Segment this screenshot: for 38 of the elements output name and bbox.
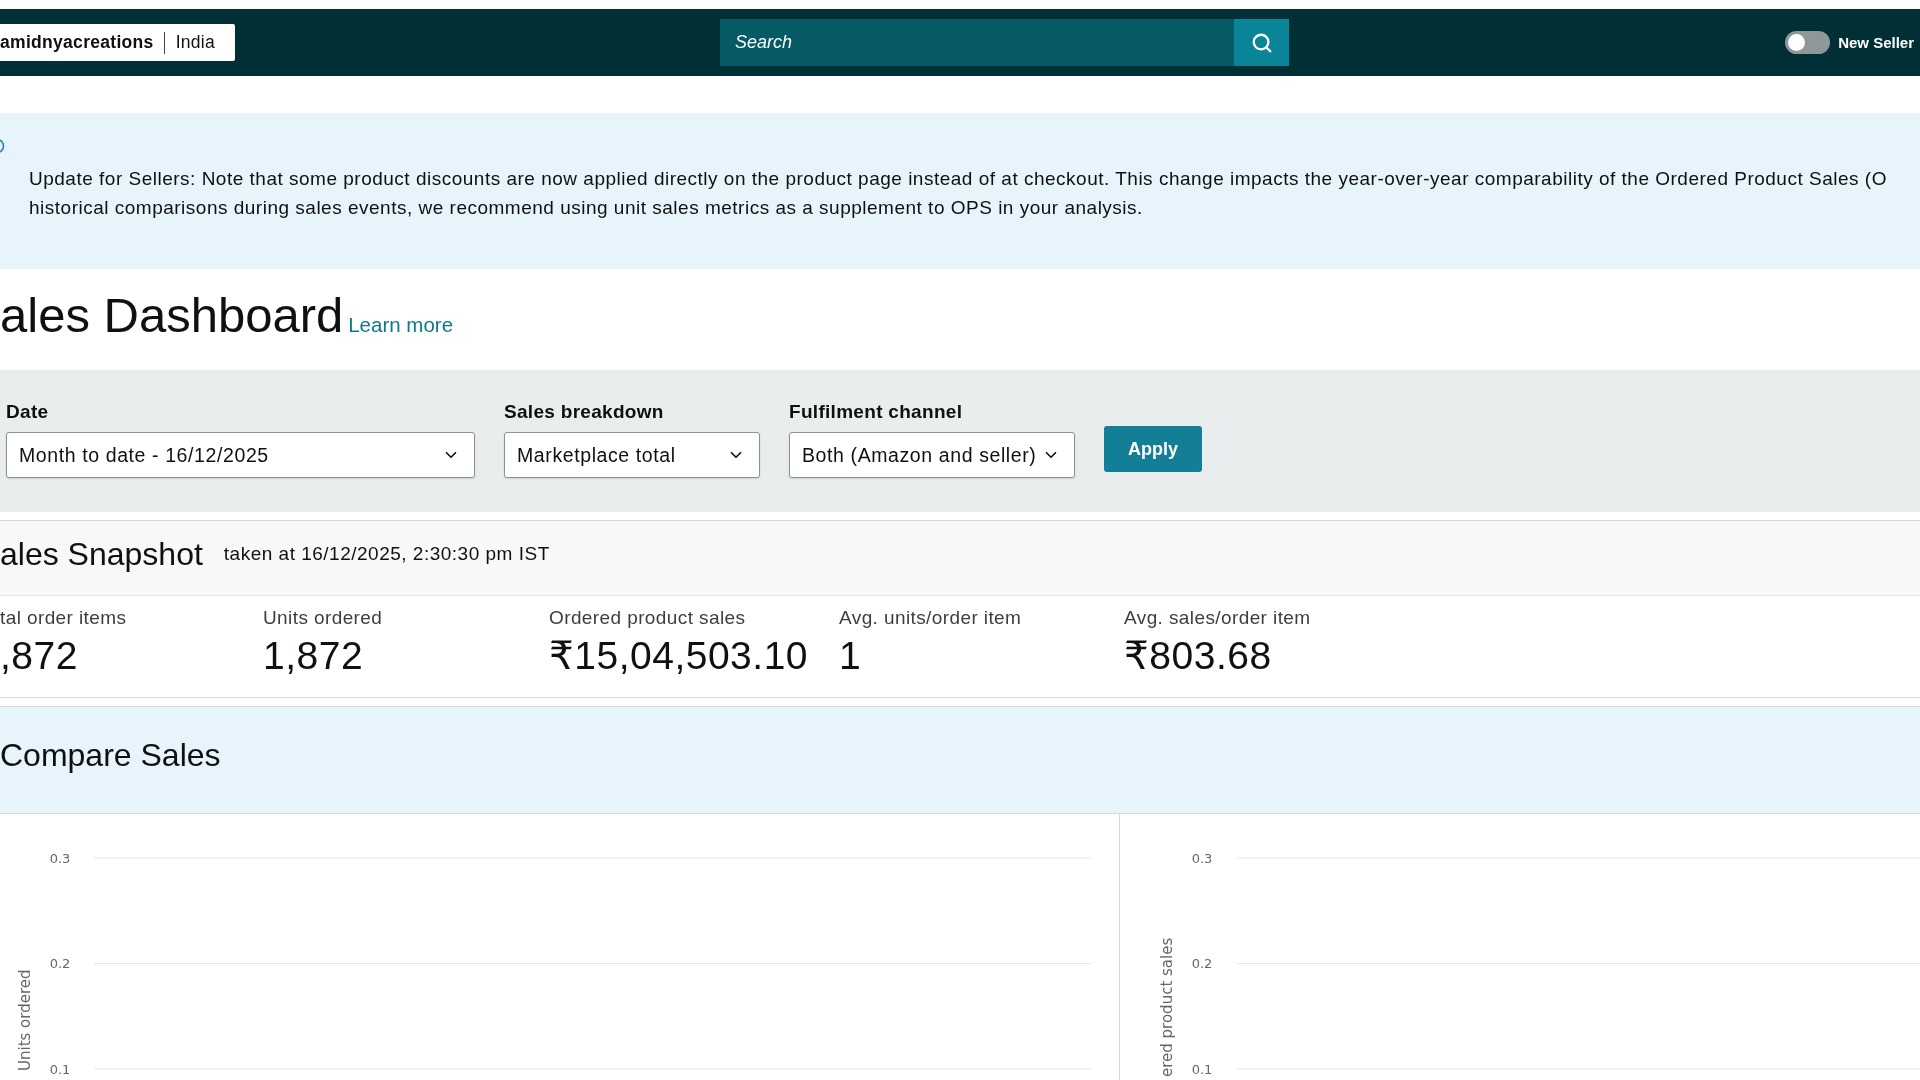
dropdown-select[interactable]: Both (Amazon and seller) xyxy=(789,432,1075,478)
toggle-switch[interactable] xyxy=(1785,31,1831,54)
search-button[interactable] xyxy=(1234,19,1289,66)
metric-value: 1 xyxy=(839,634,862,678)
toggle-label: New Seller xyxy=(1838,34,1914,51)
page-title: ales Dashboard xyxy=(0,287,344,343)
axis-tick-label: 0.1 xyxy=(49,1061,71,1077)
filter-label: Sales breakdown xyxy=(504,401,665,423)
metric-label: Avg. units/order item xyxy=(839,607,1022,629)
metric-label: Ordered product sales xyxy=(549,607,746,629)
metric-value: ₹15,04,503.10 xyxy=(549,634,809,678)
axis-tick-label: 0.2 xyxy=(1191,956,1213,971)
metric-label: Units ordered xyxy=(263,607,383,629)
search-field[interactable]: Search xyxy=(720,19,1234,66)
metric-label: tal order items xyxy=(0,607,127,629)
filter-label: Fulfilment channel xyxy=(789,401,964,423)
search-icon xyxy=(1250,31,1273,54)
info-icon xyxy=(0,138,5,154)
snapshot-timestamp: taken at 16/12/2025, 2:30:30 pm IST xyxy=(223,543,550,565)
apply-button[interactable]: Apply xyxy=(1104,426,1202,472)
metric-value: ,872 xyxy=(0,634,78,678)
dropdown-select[interactable]: Marketplace total xyxy=(504,432,760,478)
metric-label: Avg. sales/order item xyxy=(1124,607,1311,629)
axis-tick-label: 0.3 xyxy=(49,850,71,866)
section-title: Compare Sales xyxy=(0,736,221,774)
axis-tick-label: 0.3 xyxy=(1191,850,1213,866)
metric-value: 1,872 xyxy=(263,634,364,678)
section-title: ales Snapshot xyxy=(0,535,203,573)
notice-text: Update for Sellers: Note that some product discounts are now applied directly on the product page instead of at checkout. This change impacts the year-over-year comparability of the Ordered Product Sales (O historical comparisons during sales events, we recommend using unit sales metrics as a supplement to OPS in your analysis. xyxy=(28,167,1888,220)
axis-tick-label: 0.1 xyxy=(1191,1061,1213,1077)
metric-value: ₹803.68 xyxy=(1124,634,1272,678)
axis-title: Units ordered xyxy=(16,969,34,1071)
store-switcher[interactable]: amidnyacreations India xyxy=(0,24,235,61)
axis-title: ered product sales xyxy=(1158,937,1176,1077)
learn-more-link[interactable]: Learn more xyxy=(348,313,454,337)
dropdown-select[interactable]: Month to date - 16/12/2025 xyxy=(6,432,475,478)
filter-label: Date xyxy=(6,401,50,423)
axis-tick-label: 0.2 xyxy=(49,956,71,971)
